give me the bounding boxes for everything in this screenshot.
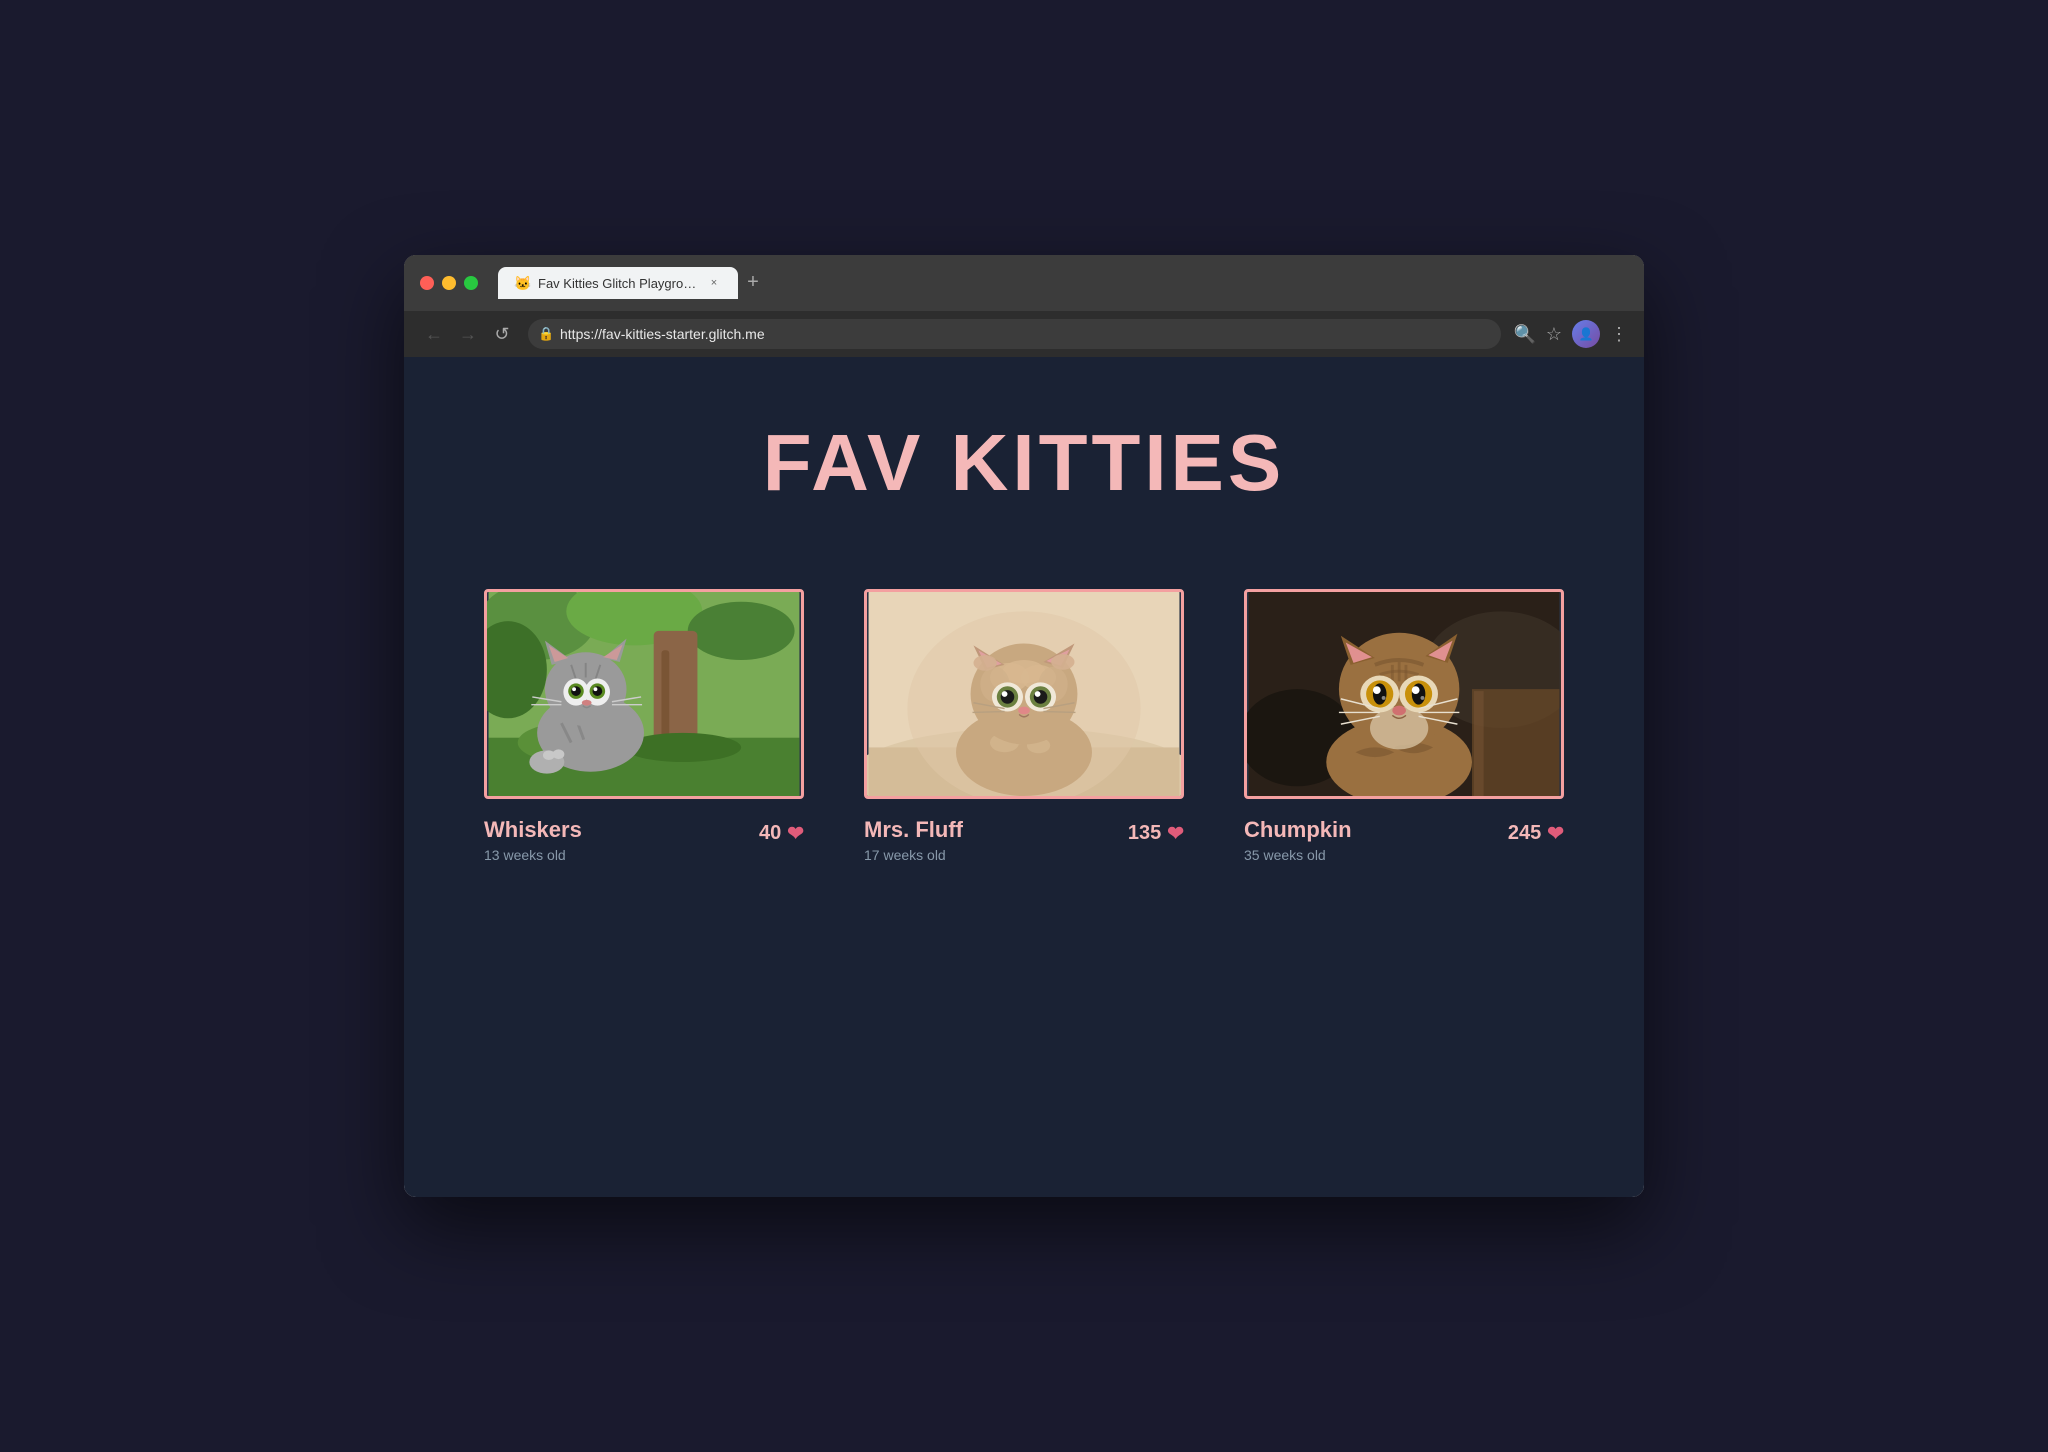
bookmark-icon[interactable]: ☆	[1546, 324, 1562, 345]
browser-tab-active[interactable]: 🐱 Fav Kitties Glitch Playground ×	[498, 267, 738, 299]
kitty-likes-whiskers[interactable]: 40 ❤	[759, 821, 804, 846]
maximize-window-button[interactable]	[464, 276, 478, 290]
kitty-info-chumpkin: Chumpkin 35 weeks old 245 ❤	[1244, 817, 1564, 863]
browser-chrome: 🐱 Fav Kitties Glitch Playground × + ← → …	[404, 255, 1644, 357]
kitty-name-label-mrfluff: Mrs. Fluff	[864, 817, 963, 843]
new-tab-button[interactable]: +	[738, 269, 768, 299]
avatar[interactable]: 👤	[1572, 320, 1600, 348]
kitty-name-age-chumpkin: Chumpkin 35 weeks old	[1244, 817, 1352, 863]
kitty-info-whiskers: Whiskers 13 weeks old 40 ❤	[484, 817, 804, 863]
kitty-likes-mrfluff[interactable]: 135 ❤	[1128, 821, 1184, 846]
toolbar-right: 🔍 ☆ 👤 ⋮	[1513, 320, 1628, 348]
kitty-info-mrfluff: Mrs. Fluff 17 weeks old 135 ❤	[864, 817, 1184, 863]
address-bar: ← → ↺ 🔒 🔍 ☆ 👤 ⋮	[404, 311, 1644, 357]
heart-icon-mrfluff: ❤	[1167, 821, 1184, 846]
title-bar: 🐱 Fav Kitties Glitch Playground × +	[404, 255, 1644, 311]
likes-count-chumpkin: 245	[1508, 822, 1541, 845]
kitty-image-mrfluff[interactable]	[864, 589, 1184, 799]
back-button[interactable]: ←	[420, 320, 448, 348]
reload-button[interactable]: ↺	[488, 320, 516, 348]
kitty-age-label: 13 weeks old	[484, 847, 582, 863]
kitty-name-age-whiskers: Whiskers 13 weeks old	[484, 817, 582, 863]
kitty-likes-chumpkin[interactable]: 245 ❤	[1508, 821, 1564, 846]
tab-favicon-icon: 🐱	[514, 275, 530, 291]
kitty-name-age-mrfluff: Mrs. Fluff 17 weeks old	[864, 817, 963, 863]
kitties-grid: Whiskers 13 weeks old 40 ❤	[484, 589, 1564, 863]
nav-buttons: ← → ↺	[420, 320, 516, 348]
kitty-name-label-chumpkin: Chumpkin	[1244, 817, 1352, 843]
tab-close-button[interactable]: ×	[706, 275, 722, 291]
url-bar-container: 🔒	[528, 319, 1501, 349]
page-content: FAV KITTIES	[404, 357, 1644, 1197]
likes-count-whiskers: 40	[759, 822, 781, 845]
kitty-card-chumpkin: Chumpkin 35 weeks old 245 ❤	[1244, 589, 1564, 863]
search-icon[interactable]: 🔍	[1513, 324, 1535, 345]
page-title: FAV KITTIES	[763, 417, 1286, 509]
kitty-image-chumpkin[interactable]	[1244, 589, 1564, 799]
url-input[interactable]	[528, 319, 1501, 349]
kitty-age-label-chumpkin: 35 weeks old	[1244, 847, 1352, 863]
minimize-window-button[interactable]	[442, 276, 456, 290]
heart-icon-chumpkin: ❤	[1547, 821, 1564, 846]
kitty-card-mrfluff: Mrs. Fluff 17 weeks old 135 ❤	[864, 589, 1184, 863]
kitty-age-label-mrfluff: 17 weeks old	[864, 847, 963, 863]
kitty-name-label: Whiskers	[484, 817, 582, 843]
heart-icon-whiskers: ❤	[787, 821, 804, 846]
tab-title-label: Fav Kitties Glitch Playground	[538, 276, 698, 291]
browser-window: 🐱 Fav Kitties Glitch Playground × + ← → …	[404, 255, 1644, 1197]
window-controls	[420, 276, 478, 290]
lock-icon: 🔒	[538, 326, 554, 342]
forward-button[interactable]: →	[454, 320, 482, 348]
likes-count-mrfluff: 135	[1128, 822, 1161, 845]
kitty-card-whiskers: Whiskers 13 weeks old 40 ❤	[484, 589, 804, 863]
kitty-image-whiskers[interactable]	[484, 589, 804, 799]
menu-icon[interactable]: ⋮	[1610, 324, 1628, 345]
close-window-button[interactable]	[420, 276, 434, 290]
